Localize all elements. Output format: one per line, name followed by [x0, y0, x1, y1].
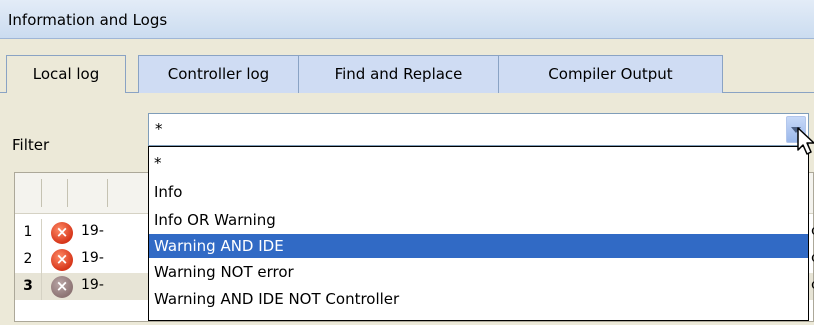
- tab-find-and-replace[interactable]: Find and Replace: [298, 55, 499, 93]
- row-timestamp: 19-: [81, 250, 104, 266]
- filter-option[interactable]: Warning AND IDE NOT Controller: [149, 287, 808, 311]
- tab-label: Compiler Output: [548, 65, 673, 83]
- error-icon: ×: [51, 222, 73, 244]
- error-icon: ×: [51, 276, 73, 298]
- filter-combobox[interactable]: *: [148, 113, 809, 146]
- row-timestamp: 19-: [81, 277, 104, 293]
- panel-title: Information and Logs: [8, 11, 168, 29]
- information-and-logs-panel: Information and Logs Local log Controlle…: [0, 0, 814, 325]
- tab-compiler-output[interactable]: Compiler Output: [498, 55, 723, 93]
- filter-option-highlighted[interactable]: Warning AND IDE: [149, 234, 808, 258]
- filter-option[interactable]: *: [149, 151, 808, 175]
- filter-label: Filter: [12, 136, 50, 154]
- tab-local-log[interactable]: Local log: [6, 55, 126, 94]
- filter-value: *: [155, 120, 163, 138]
- column-divider[interactable]: [41, 179, 42, 207]
- row-number: 3: [15, 273, 42, 300]
- column-divider[interactable]: [107, 179, 108, 207]
- row-number: 1: [15, 219, 42, 246]
- row-timestamp: 19-: [81, 223, 104, 239]
- tab-controller-log[interactable]: Controller log: [138, 55, 299, 93]
- error-icon: ×: [51, 249, 73, 271]
- tab-label: Local log: [32, 65, 100, 83]
- filter-option[interactable]: Info OR Warning: [149, 208, 808, 232]
- column-divider[interactable]: [67, 179, 68, 207]
- row-number: 2: [15, 246, 42, 273]
- filter-option[interactable]: Info: [149, 180, 808, 204]
- mouse-pointer-icon: [797, 127, 814, 155]
- filter-dropdown-list: * Info Info OR Warning Warning AND IDE W…: [148, 146, 809, 321]
- filter-option[interactable]: Warning NOT error: [149, 260, 808, 284]
- tab-label: Find and Replace: [334, 65, 463, 83]
- tab-label: Controller log: [167, 65, 270, 83]
- tab-bar: Local log Controller log Find and Replac…: [0, 47, 814, 94]
- panel-titlebar: Information and Logs: [0, 0, 814, 39]
